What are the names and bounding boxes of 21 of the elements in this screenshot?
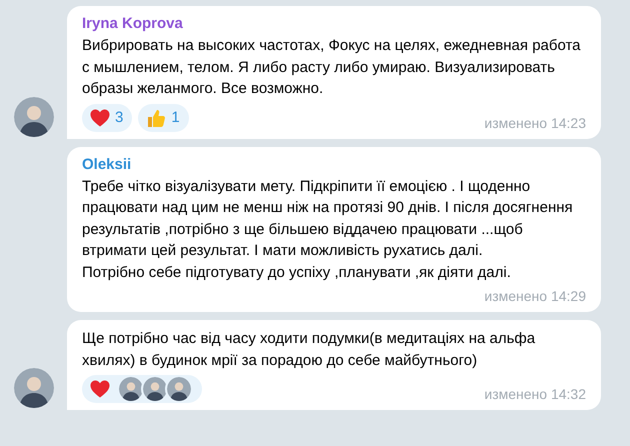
reaction-count: 3 bbox=[115, 109, 124, 126]
reactor-avatar bbox=[167, 377, 191, 401]
timestamp: изменено 14:32 bbox=[484, 385, 586, 403]
reaction-button[interactable]: 3 bbox=[82, 104, 132, 132]
timestamp: изменено 14:29 bbox=[484, 287, 586, 305]
message-text: Ще потрібно час від часу ходити подумки(в медитаціях на альфа хвилях) в будинок мрії за порадою до себе майбутнього) bbox=[82, 329, 536, 370]
reaction-count: 1 bbox=[171, 109, 180, 126]
author-name[interactable]: Iryna Koprova bbox=[82, 14, 183, 34]
reaction-button[interactable] bbox=[82, 375, 202, 403]
thumbs-up-icon bbox=[146, 108, 166, 128]
message-text: Вибрировать на высоких частотах, Фокус на целях, ежедневная работа с мышлением, телом. Я либо расту либо умираю. Визуализировать образы желанмого. Все возможно. bbox=[82, 36, 582, 99]
reactor-avatar bbox=[143, 377, 167, 401]
reaction-button[interactable]: 1 bbox=[138, 104, 189, 132]
heart-icon bbox=[90, 108, 110, 126]
reactor-avatar bbox=[119, 377, 143, 401]
heart-icon bbox=[90, 380, 110, 398]
user-avatar bbox=[14, 368, 54, 408]
message-text: Требе чітко візуалізувати мету. Підкріпити її емоцією . І щоденно працювати над цим не менш ніж на протязі 90 днів. І після досягнення результатів ,потрібно з ще більшею віддачею працювати ...щоб втримати цей результат. І мати можливість рухатись далі. Потрібно себе підготувату до успіху ,планувати ,як діяти далі. bbox=[82, 176, 574, 282]
author-name[interactable]: Oleksii bbox=[82, 154, 132, 174]
timestamp: изменено 14:23 bbox=[484, 114, 586, 132]
user-avatar bbox=[14, 96, 54, 136]
